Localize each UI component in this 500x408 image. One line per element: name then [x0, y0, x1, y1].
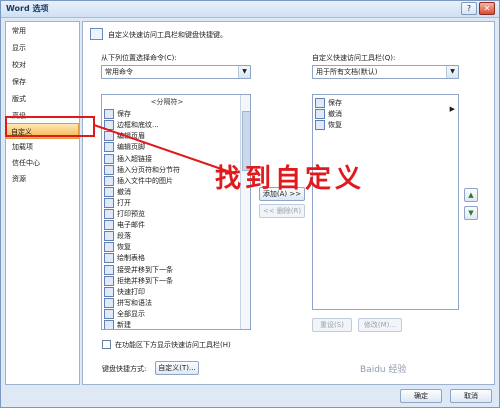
annotation-text: 找到自定义 — [215, 164, 366, 194]
watermark: Baidu 经验 — [360, 365, 407, 375]
annotation-overlay — [5, 116, 237, 175]
highlight-box — [5, 116, 95, 137]
